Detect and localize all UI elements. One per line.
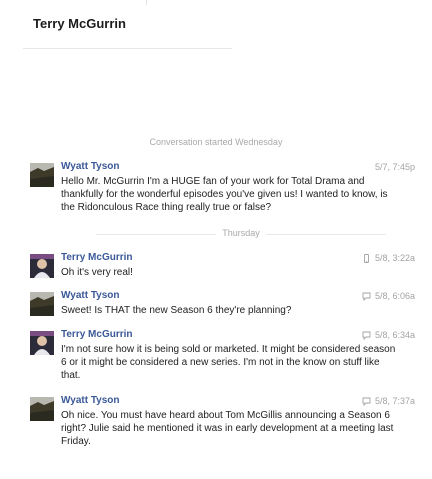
message-timestamp: 5/8, 6:34a — [374, 330, 415, 340]
contact-name[interactable]: Terry McGurrin — [33, 16, 126, 31]
conversation-started-label: Conversation started Wednesday — [149, 137, 283, 147]
day-divider-label: Thursday — [216, 228, 266, 238]
sender-name[interactable]: Wyatt Tyson — [61, 395, 120, 406]
sender-name[interactable]: Terry McGurrin — [61, 329, 133, 340]
header-divider — [23, 48, 232, 49]
message-timestamp: 5/8, 6:06a — [374, 291, 415, 301]
message-item: Terry McGurrin 5/8, 6:34a I'm not sure h… — [30, 329, 420, 387]
chat-icon — [362, 331, 371, 340]
avatar[interactable] — [30, 254, 54, 278]
message-time: 5/8, 6:06a — [362, 291, 415, 301]
message-item: Wyatt Tyson 5/8, 6:06a Sweet! Is THAT th… — [30, 290, 420, 320]
mobile-icon — [364, 253, 369, 263]
chat-icon — [362, 292, 371, 301]
sender-name[interactable]: Wyatt Tyson — [61, 161, 120, 172]
message-timestamp: 5/7, 7:45p — [374, 162, 415, 172]
avatar[interactable] — [30, 292, 54, 316]
message-timestamp: 5/8, 7:37a — [374, 396, 415, 406]
message-timestamp: 5/8, 3:22a — [374, 253, 415, 263]
avatar[interactable] — [30, 163, 54, 187]
day-divider: Thursday — [96, 228, 386, 240]
chat-icon — [362, 397, 371, 406]
message-text: Sweet! Is THAT the new Season 6 they're … — [61, 305, 292, 316]
sender-name[interactable]: Wyatt Tyson — [61, 290, 120, 301]
message-item: Terry McGurrin 5/8, 3:22a Oh it's very r… — [30, 252, 420, 282]
conversation-page: Terry McGurrin Conversation started Wedn… — [0, 0, 432, 479]
sender-name[interactable]: Terry McGurrin — [61, 252, 133, 263]
message-time: 5/8, 3:22a — [362, 253, 415, 263]
message-item: Wyatt Tyson 5/8, 7:37a Oh nice. You must… — [30, 395, 420, 453]
message-text: Hello Mr. McGurrin I'm a HUGE fan of you… — [61, 176, 388, 213]
top-divider — [146, 0, 147, 5]
message-text: I'm not sure how it is being sold or mar… — [61, 344, 396, 381]
message-time: 5/7, 7:45p — [375, 162, 415, 172]
message-text: Oh nice. You must have heard about Tom M… — [61, 410, 394, 447]
avatar[interactable] — [30, 397, 54, 421]
message-item: Wyatt Tyson 5/7, 7:45p Hello Mr. McGurri… — [30, 161, 420, 221]
message-time: 5/8, 6:34a — [362, 330, 415, 340]
message-text: Oh it's very real! — [61, 267, 133, 278]
message-time: 5/8, 7:37a — [362, 396, 415, 406]
avatar[interactable] — [30, 331, 54, 355]
